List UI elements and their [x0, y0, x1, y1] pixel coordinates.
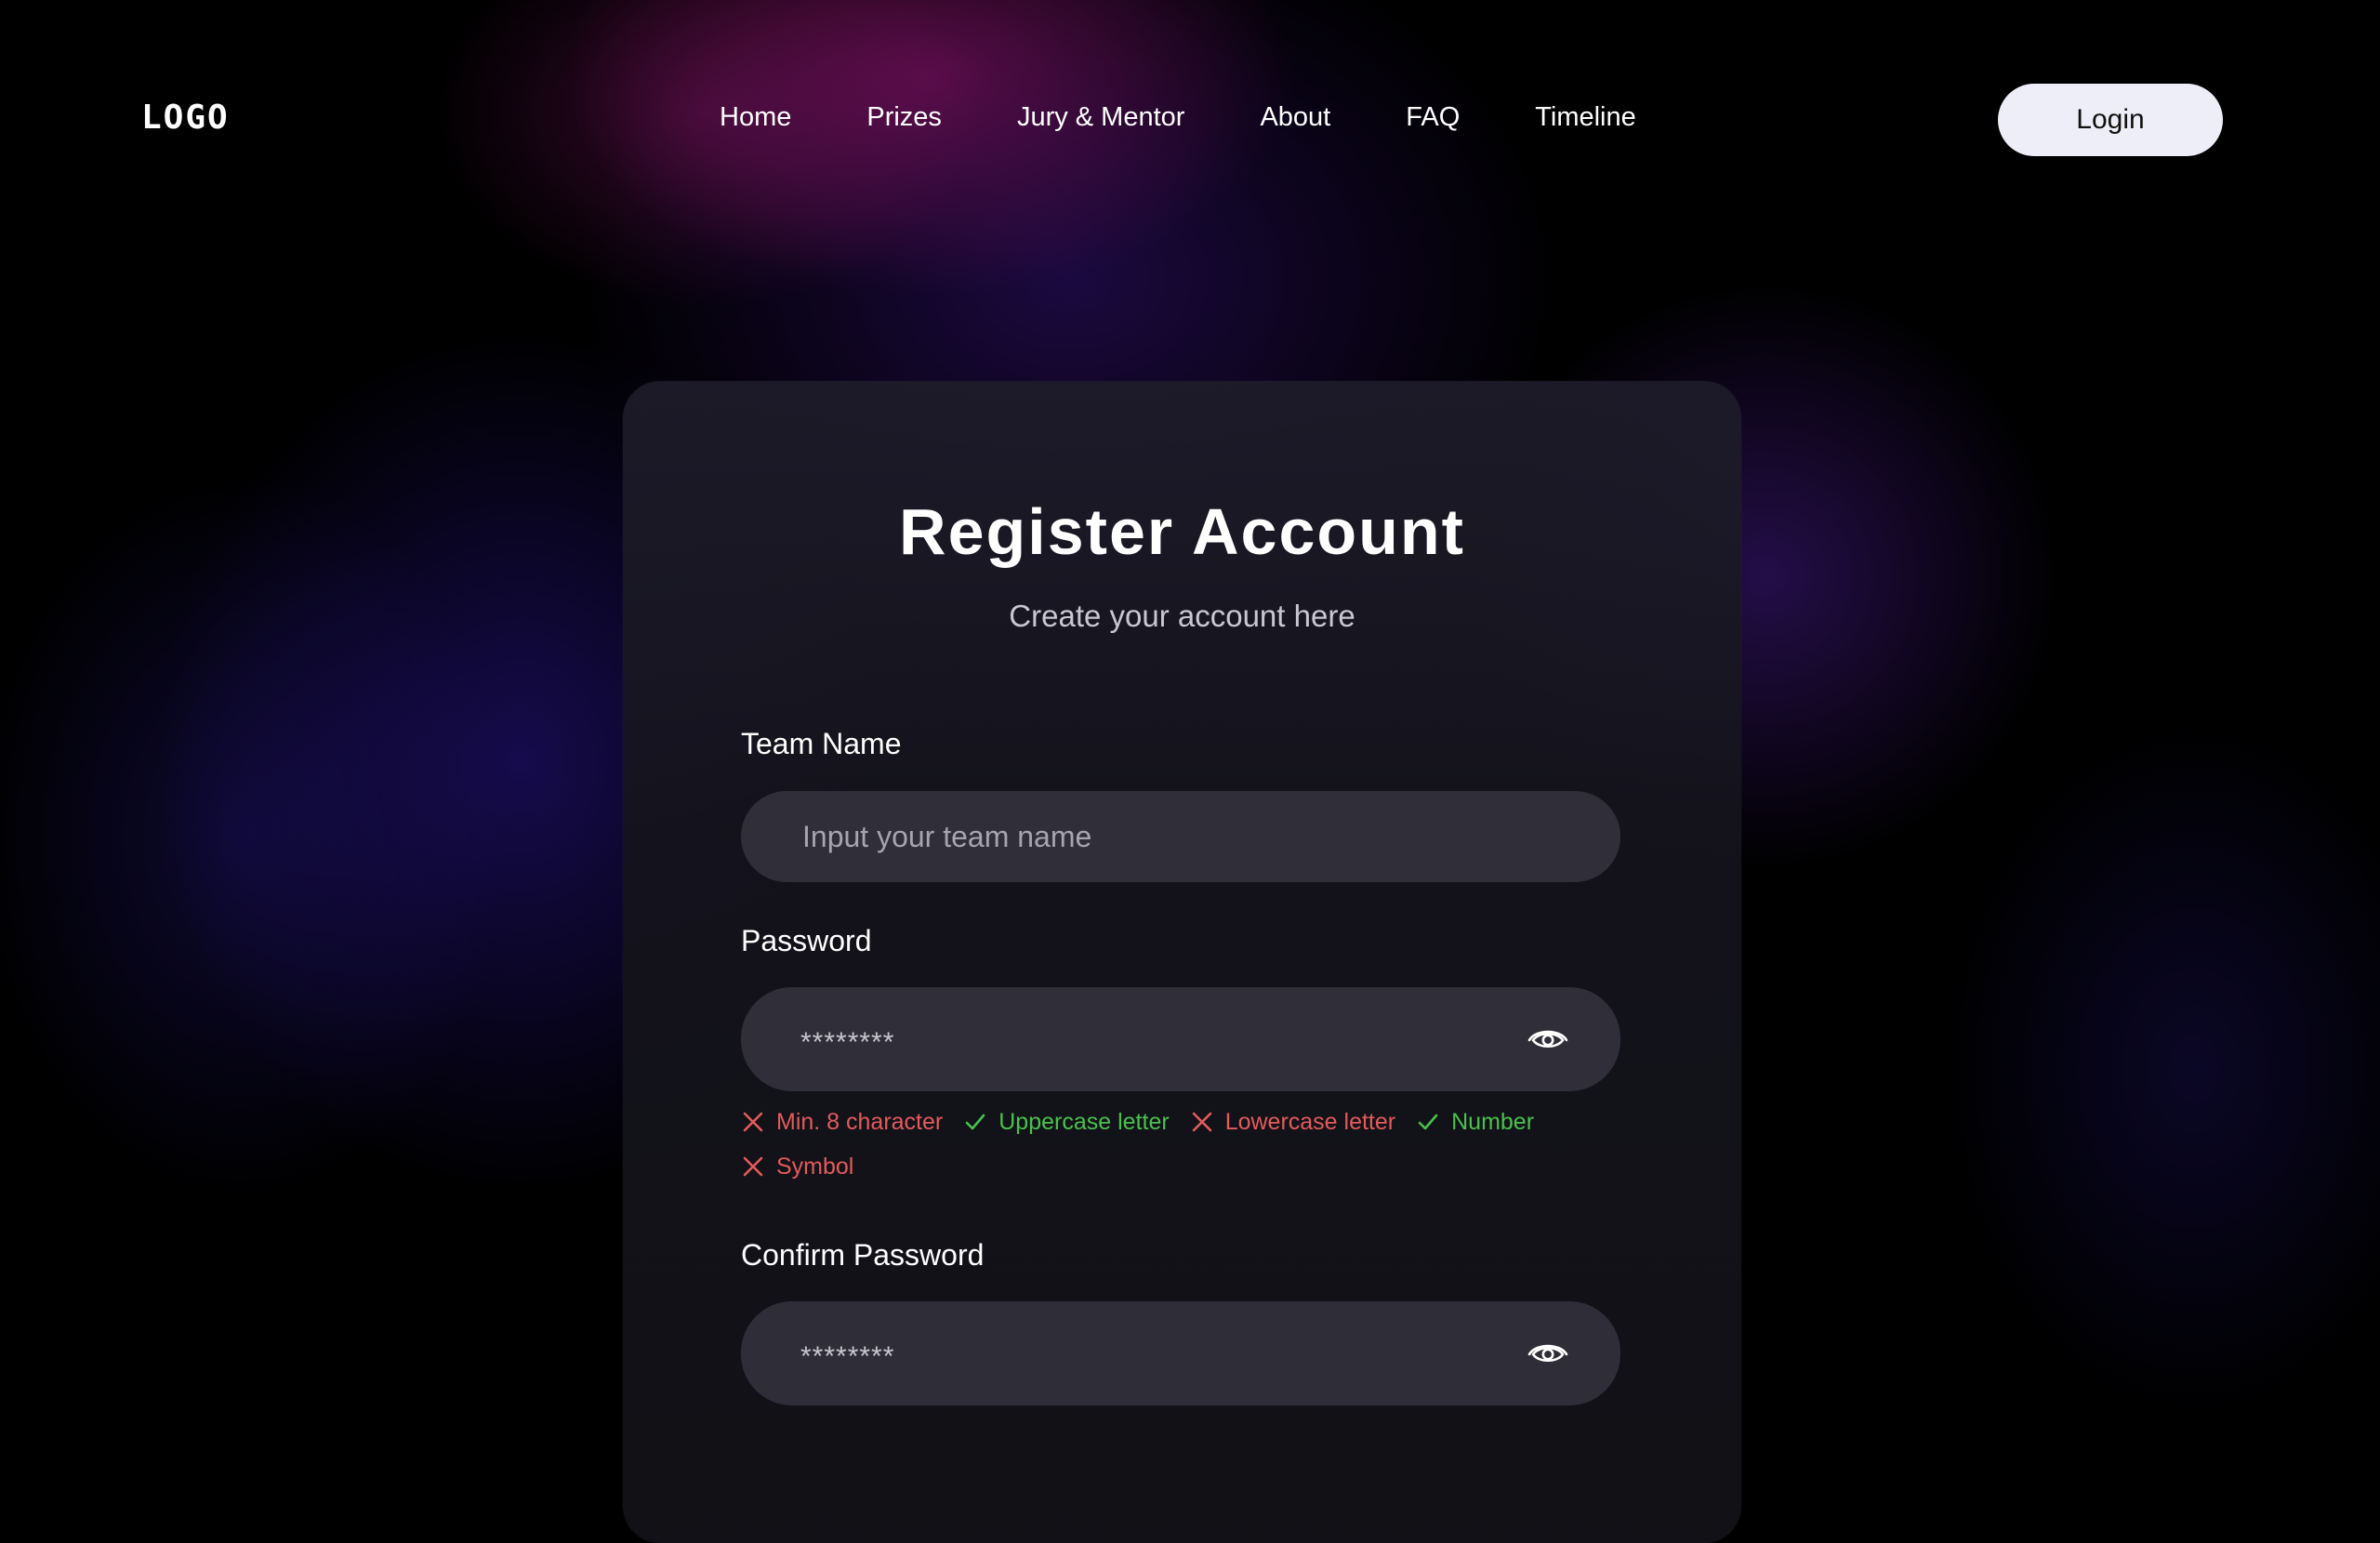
rule-text: Symbol [776, 1153, 854, 1180]
eye-icon[interactable] [1526, 1017, 1570, 1062]
rule-min-8-character: Min. 8 character [741, 1108, 943, 1136]
rule-symbol: Symbol [741, 1153, 853, 1180]
password-field[interactable]: ******** [741, 987, 1620, 1091]
nav-item-home[interactable]: Home [720, 102, 791, 133]
nav-item-timeline[interactable]: Timeline [1535, 102, 1636, 133]
rule-lowercase-letter: Lowercase letter [1190, 1108, 1395, 1136]
password-masked-value: ******** [800, 1027, 895, 1058]
team-name-input[interactable] [800, 818, 1570, 855]
eye-icon[interactable] [1526, 1331, 1570, 1376]
rule-text: Uppercase letter [998, 1108, 1170, 1135]
team-name-field[interactable] [741, 791, 1620, 882]
confirm-password-label: Confirm Password [741, 1238, 985, 1272]
nav-item-about[interactable]: About [1260, 102, 1330, 133]
x-icon [743, 1156, 763, 1177]
logo[interactable]: LOGO [141, 99, 230, 137]
check-icon [965, 1114, 985, 1130]
nav-item-jury-mentor[interactable]: Jury & Mentor [1017, 102, 1185, 133]
register-card: Register Account Create your account her… [623, 381, 1741, 1543]
page-subtitle: Create your account here [1009, 599, 1355, 633]
nav-item-prizes[interactable]: Prizes [866, 102, 942, 133]
rule-number: Number [1416, 1108, 1534, 1136]
password-label: Password [741, 924, 872, 957]
rule-uppercase-letter: Uppercase letter [963, 1108, 1170, 1136]
confirm-password-masked-value: ******** [800, 1341, 895, 1372]
x-icon [743, 1112, 763, 1132]
confirm-password-field[interactable]: ******** [741, 1301, 1620, 1405]
rule-text: Min. 8 character [776, 1108, 944, 1135]
team-name-label: Team Name [741, 727, 902, 760]
check-icon [1418, 1114, 1438, 1130]
rule-text: Number [1451, 1108, 1535, 1135]
password-rules: Min. 8 character Uppercase letter Lowerc… [741, 1108, 1620, 1180]
x-icon [1192, 1112, 1211, 1132]
nav-menu: Home Prizes Jury & Mentor About FAQ Time… [720, 102, 1636, 133]
page-title: Register Account [899, 495, 1465, 568]
rule-text: Lowercase letter [1224, 1108, 1396, 1135]
top-navigation: LOGO Home Prizes Jury & Mentor About FAQ… [0, 0, 2380, 242]
login-button[interactable]: Login [1998, 84, 2223, 156]
nav-item-faq[interactable]: FAQ [1406, 102, 1460, 133]
